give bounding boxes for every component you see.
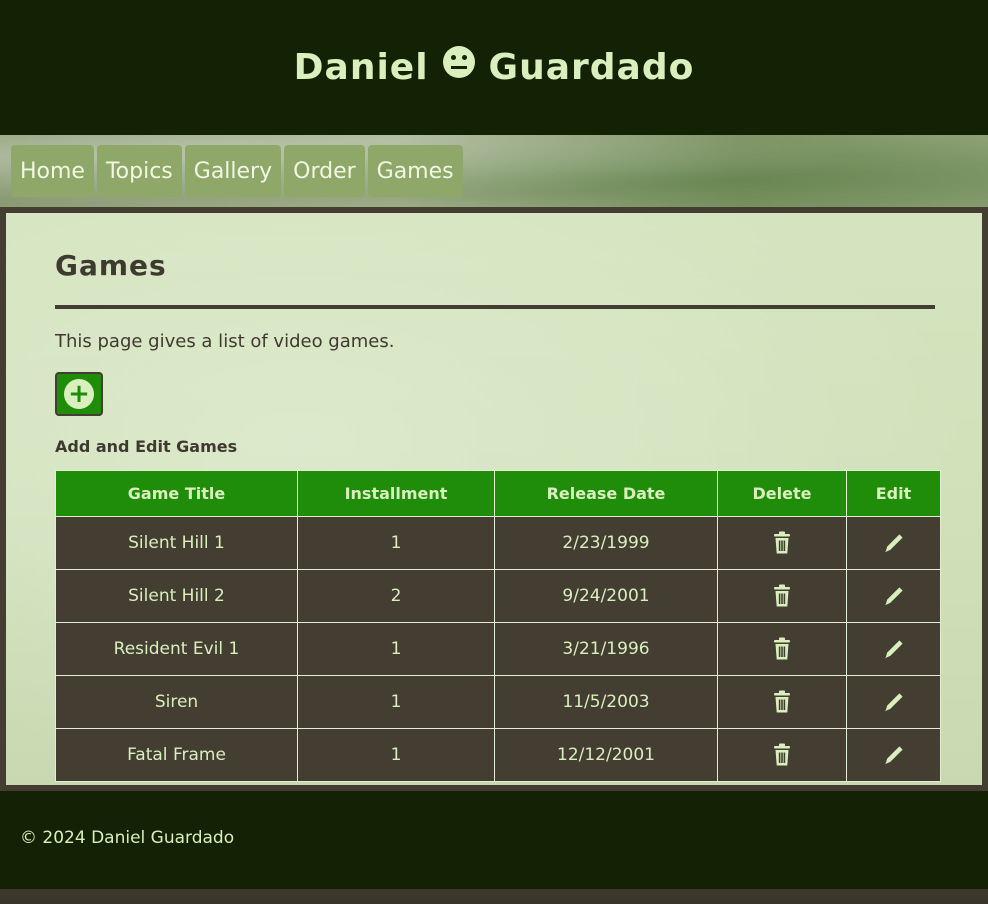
main-panel: Games This page gives a list of video ga… xyxy=(0,207,988,791)
table-row: Silent Hill 2 2 9/24/2001 xyxy=(55,569,941,623)
cell-delete xyxy=(717,516,847,570)
cell-game-title: Silent Hill 1 xyxy=(55,516,298,570)
plus-circle-icon: + xyxy=(64,379,94,409)
cell-edit xyxy=(846,728,941,782)
cell-delete xyxy=(717,675,847,729)
cell-game-title: Silent Hill 2 xyxy=(55,569,298,623)
nav-item-home[interactable]: Home xyxy=(11,145,94,197)
header-installment: Installment xyxy=(297,470,495,517)
pencil-icon[interactable] xyxy=(881,689,907,715)
pencil-icon[interactable] xyxy=(881,530,907,556)
section-label: Add and Edit Games xyxy=(55,437,238,456)
neutral-face-icon xyxy=(442,45,475,78)
cell-release-date: 11/5/2003 xyxy=(494,675,718,729)
site-title-first-name: Daniel xyxy=(293,46,429,88)
nav-item-games[interactable]: Games xyxy=(367,145,463,197)
trash-icon[interactable] xyxy=(769,689,795,715)
pencil-icon[interactable] xyxy=(881,742,907,768)
nav-item-gallery[interactable]: Gallery xyxy=(184,145,282,197)
cell-game-title: Siren xyxy=(55,675,298,729)
cell-release-date: 2/23/1999 xyxy=(494,516,718,570)
trash-icon[interactable] xyxy=(769,742,795,768)
cell-installment: 1 xyxy=(297,728,495,782)
table-row: Siren 1 11/5/2003 xyxy=(55,675,941,729)
trash-icon[interactable] xyxy=(769,583,795,609)
cell-game-title: Resident Evil 1 xyxy=(55,622,298,676)
cell-game-title: Fatal Frame xyxy=(55,728,298,782)
trash-icon[interactable] xyxy=(769,530,795,556)
site-title-last-name: Guardado xyxy=(488,46,695,88)
page-intro: This page gives a list of video games. xyxy=(55,331,395,352)
main-nav: Home Topics Gallery Order Games xyxy=(0,135,988,207)
cell-release-date: 9/24/2001 xyxy=(494,569,718,623)
cell-delete xyxy=(717,569,847,623)
pencil-icon[interactable] xyxy=(881,583,907,609)
header-edit: Edit xyxy=(846,470,941,517)
title-divider xyxy=(55,305,935,309)
header-release-date: Release Date xyxy=(494,470,718,517)
site-header: Daniel Guardado xyxy=(0,0,988,135)
page-title: Games xyxy=(55,249,167,282)
table-row: Resident Evil 1 1 3/21/1996 xyxy=(55,622,941,676)
cell-installment: 2 xyxy=(297,569,495,623)
site-title: Daniel Guardado xyxy=(293,45,695,88)
cell-edit xyxy=(846,622,941,676)
header-delete: Delete xyxy=(717,470,847,517)
table-row: Fatal Frame 1 12/12/2001 xyxy=(55,728,941,782)
nav-item-topics[interactable]: Topics xyxy=(96,145,182,197)
trash-icon[interactable] xyxy=(769,636,795,662)
cell-edit xyxy=(846,516,941,570)
cell-delete xyxy=(717,728,847,782)
cell-edit xyxy=(846,675,941,729)
pencil-icon[interactable] xyxy=(881,636,907,662)
games-table: Game Title Installment Release Date Dele… xyxy=(55,470,941,782)
cell-installment: 1 xyxy=(297,675,495,729)
footer-copyright: © 2024 Daniel Guardado xyxy=(20,828,235,848)
cell-edit xyxy=(846,569,941,623)
cell-release-date: 12/12/2001 xyxy=(494,728,718,782)
cell-delete xyxy=(717,622,847,676)
table-header-row: Game Title Installment Release Date Dele… xyxy=(55,470,941,517)
site-footer: © 2024 Daniel Guardado xyxy=(0,791,988,889)
nav-item-order[interactable]: Order xyxy=(284,145,365,197)
cell-installment: 1 xyxy=(297,516,495,570)
add-game-button[interactable]: + xyxy=(55,372,103,416)
cell-release-date: 3/21/1996 xyxy=(494,622,718,676)
header-game-title: Game Title xyxy=(55,470,298,517)
cell-installment: 1 xyxy=(297,622,495,676)
table-row: Silent Hill 1 1 2/23/1999 xyxy=(55,516,941,570)
